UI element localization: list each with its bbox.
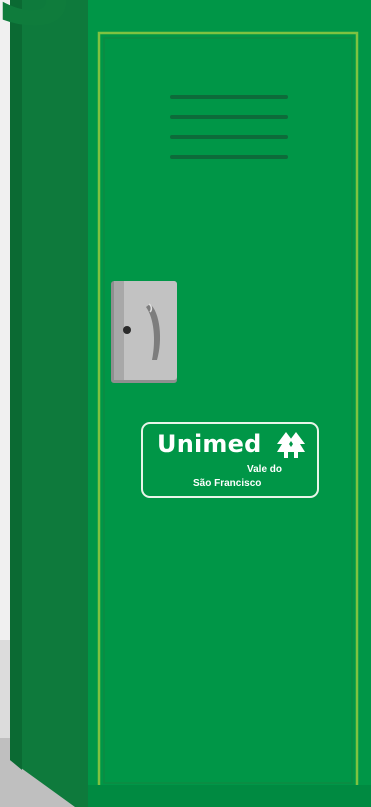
unimed-logo-panel: Unimed Vale do São Francisco xyxy=(141,422,319,498)
vent-slot xyxy=(170,135,288,139)
decorative-letter: S xyxy=(0,0,75,42)
locker-side-edge xyxy=(10,0,22,770)
locker-handle xyxy=(111,281,177,383)
keyhole xyxy=(123,326,131,334)
vent-slot xyxy=(170,95,288,99)
locker-base xyxy=(88,785,371,807)
brand-subtitle-line2: São Francisco xyxy=(193,478,262,489)
vent-slot xyxy=(170,115,288,119)
locker-illustration xyxy=(10,0,371,807)
vent-slot xyxy=(170,155,288,159)
locker-scene: S Unimed Vale do São Francisco xyxy=(0,0,371,807)
locker-front-panel xyxy=(88,0,371,807)
unimed-pine-trees-icon xyxy=(277,432,305,458)
brand-subtitle-line1: Vale do xyxy=(247,464,283,475)
brand-name: Unimed xyxy=(157,430,262,458)
